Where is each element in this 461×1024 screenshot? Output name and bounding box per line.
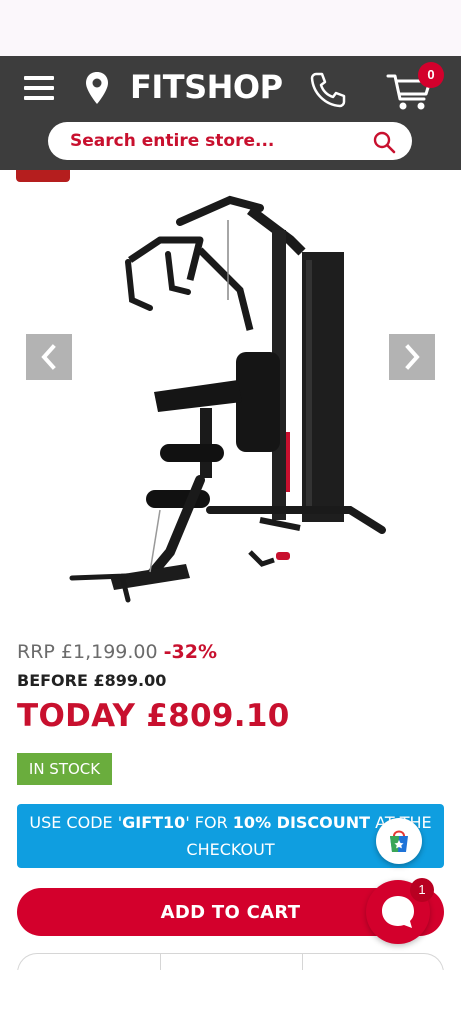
shop-widget-button[interactable] <box>376 818 422 864</box>
site-header: FITSHOP 0 <box>0 56 461 170</box>
gallery-next-button[interactable] <box>389 334 435 380</box>
promo-middle: ' FOR <box>185 813 233 832</box>
search-bar <box>48 122 412 160</box>
search-input[interactable] <box>70 122 360 160</box>
promo-discount: 10% DISCOUNT <box>232 813 371 832</box>
chevron-left-icon <box>41 344 56 370</box>
product-gallery <box>0 170 461 630</box>
fitshop-logo[interactable]: FITSHOP <box>130 68 283 106</box>
product-image-home-gym[interactable] <box>50 180 410 620</box>
location-pin-icon[interactable] <box>84 71 110 105</box>
cart-count-badge: 0 <box>418 62 444 88</box>
rrp-price: RRP £1,199.00 -32% <box>17 641 217 663</box>
promo-code: GIFT10 <box>122 813 186 832</box>
rrp-label: RRP £1,199.00 <box>17 641 158 663</box>
stock-badge: IN STOCK <box>17 753 112 785</box>
page-bottom-area <box>0 970 461 1024</box>
chat-notification-badge: 1 <box>410 878 434 902</box>
gallery-prev-button[interactable] <box>26 334 72 380</box>
menu-icon[interactable] <box>24 74 54 102</box>
today-price: TODAY £809.10 <box>17 698 290 734</box>
before-price: BEFORE £899.00 <box>17 671 167 690</box>
chevron-right-icon <box>405 344 420 370</box>
discount-percent: -32% <box>163 641 218 663</box>
promo-prefix: USE CODE ' <box>29 813 123 832</box>
status-bar <box>0 0 461 56</box>
phone-icon[interactable] <box>308 70 348 108</box>
search-icon[interactable] <box>372 130 396 154</box>
shopping-bag-icon <box>390 830 408 852</box>
